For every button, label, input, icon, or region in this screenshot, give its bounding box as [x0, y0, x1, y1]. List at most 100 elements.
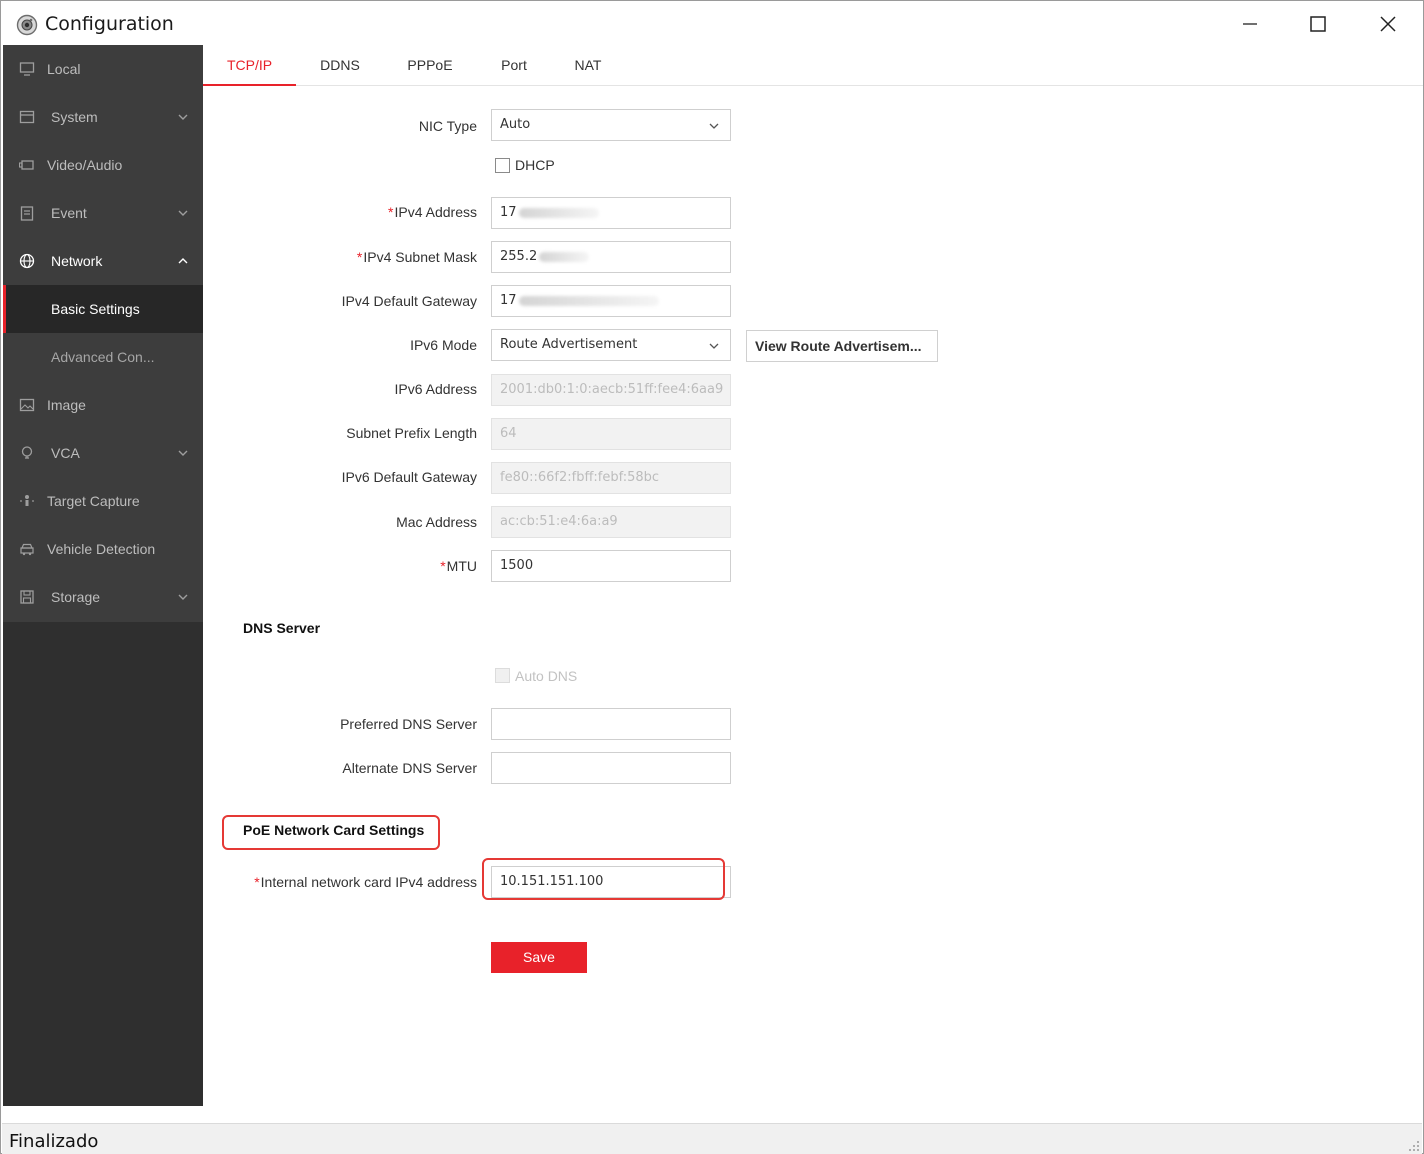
ipv4-gateway-value: 17	[500, 293, 517, 308]
mtu-label: *MTU	[440, 558, 477, 574]
sidebar-subitem-advanced-config[interactable]: Advanced Con...	[3, 333, 203, 381]
tab-tcp-ip[interactable]: TCP/IP	[203, 45, 296, 86]
minimize-icon[interactable]	[1238, 12, 1262, 36]
preferred-dns-input[interactable]	[491, 708, 731, 740]
sidebar-item-video-audio[interactable]: Video/Audio	[3, 141, 203, 189]
clipboard-icon	[20, 206, 34, 221]
ipv6-gateway-input: fe80::66f2:fbff:febf:58bc	[491, 462, 731, 494]
car-icon	[20, 543, 34, 556]
monitor-icon	[19, 62, 35, 76]
dns-section-title: DNS Server	[243, 620, 321, 636]
camera-app-icon	[16, 14, 38, 36]
person-icon	[20, 495, 34, 506]
chevron-up-icon	[178, 258, 188, 264]
mac-address-label: Mac Address	[396, 514, 477, 530]
sidebar-item-vehicle-detection[interactable]: Vehicle Detection	[3, 525, 203, 573]
save-button[interactable]: Save	[491, 942, 587, 973]
blurred-value	[518, 295, 659, 306]
system-icon	[19, 110, 35, 124]
bulb-icon	[21, 446, 33, 459]
sidebar-subitem-label: Basic Settings	[51, 301, 140, 317]
sidebar-item-image[interactable]: Image	[3, 381, 203, 429]
ipv6-mode-value: Route Advertisement	[500, 337, 638, 352]
ipv4-address-value: 17	[500, 205, 517, 220]
nic-type-label: NIC Type	[418, 118, 477, 134]
camera-icon	[19, 160, 34, 170]
tab-pppoe[interactable]: PPPoE	[401, 45, 459, 86]
configuration-window: Configuration Local System Video/Audio E…	[0, 0, 1424, 1154]
chevron-down-icon	[709, 343, 719, 349]
blurred-value	[539, 251, 590, 262]
chevron-down-icon	[178, 594, 188, 600]
maximize-icon[interactable]	[1306, 12, 1330, 36]
dhcp-checkbox[interactable]	[495, 158, 510, 173]
chevron-down-icon	[178, 210, 188, 216]
alternate-dns-input[interactable]	[491, 752, 731, 784]
ipv4-address-input[interactable]: 17	[491, 197, 731, 229]
dhcp-label: DHCP	[515, 157, 555, 173]
sidebar-item-label: Vehicle Detection	[47, 541, 156, 557]
ipv6-address-input: 2001:db0:1:0:aecb:51ff:fee4:6aa9	[491, 374, 731, 406]
tab-port[interactable]: Port	[493, 45, 535, 86]
sidebar-item-label: Event	[51, 205, 87, 221]
sidebar-nav: Local System Video/Audio Event Network B…	[3, 45, 203, 1106]
sidebar-item-label: Local	[47, 61, 81, 77]
tab-bar: TCP/IP DDNS PPPoE Port NAT	[203, 45, 1423, 86]
sidebar-subitem-label: Advanced Con...	[51, 349, 155, 365]
mac-address-input: ac:cb:51:e4:6a:a9	[491, 506, 731, 538]
view-route-advertisement-button[interactable]: View Route Advertisem...	[746, 330, 938, 362]
ipv4-gateway-input[interactable]: 17	[491, 285, 731, 317]
sidebar-item-label: System	[51, 109, 98, 125]
nic-type-value: Auto	[500, 117, 531, 132]
sidebar-item-system[interactable]: System	[3, 93, 203, 141]
sidebar-item-label: Network	[51, 253, 103, 269]
ipv4-gateway-label: IPv4 Default Gateway	[341, 293, 477, 309]
sidebar-filler	[3, 622, 203, 1106]
globe-icon	[19, 253, 35, 269]
auto-dns-label: Auto DNS	[515, 668, 578, 684]
sidebar-item-label: Target Capture	[47, 493, 140, 509]
ipv4-subnet-label: *IPv4 Subnet Mask	[356, 249, 477, 265]
resize-grip-icon[interactable]	[1408, 1140, 1420, 1152]
status-bar: Finalizado	[2, 1123, 1422, 1154]
sidebar-item-label: Video/Audio	[47, 157, 123, 173]
subnet-prefix-label: Subnet Prefix Length	[346, 425, 477, 441]
sidebar-item-label: Storage	[51, 589, 101, 605]
auto-dns-checkbox	[495, 668, 510, 683]
chevron-down-icon	[178, 450, 188, 456]
chevron-down-icon	[178, 114, 188, 120]
subnet-prefix-input: 64	[491, 418, 731, 450]
sidebar-item-label: Image	[47, 397, 86, 413]
ipv6-gateway-label: IPv6 Default Gateway	[341, 469, 477, 485]
poe-section-title: PoE Network Card Settings	[243, 822, 425, 838]
preferred-dns-label: Preferred DNS Server	[340, 716, 477, 732]
sidebar-item-local[interactable]: Local	[3, 45, 203, 93]
internal-ipv4-label: *Internal network card IPv4 address	[254, 874, 477, 890]
internal-ipv4-highlight	[482, 858, 725, 900]
sidebar-item-label: VCA	[51, 445, 80, 461]
ipv4-subnet-value: 255.2	[500, 249, 538, 264]
chevron-down-icon	[709, 123, 719, 129]
sidebar-item-network[interactable]: Network	[3, 237, 203, 285]
floppy-icon	[20, 590, 34, 604]
ipv6-mode-label: IPv6 Mode	[410, 337, 477, 353]
title-bar: Configuration	[2, 2, 1422, 45]
mtu-input[interactable]: 1500	[491, 550, 731, 582]
alternate-dns-label: Alternate DNS Server	[342, 760, 477, 776]
ipv4-subnet-input[interactable]: 255.2	[491, 241, 731, 273]
sidebar-subitem-basic-settings[interactable]: Basic Settings	[3, 285, 203, 333]
sidebar-item-vca[interactable]: VCA	[3, 429, 203, 477]
close-icon[interactable]	[1376, 12, 1400, 36]
sidebar-item-event[interactable]: Event	[3, 189, 203, 237]
status-text: Finalizado	[9, 1131, 99, 1152]
ipv6-mode-select[interactable]: Route Advertisement	[491, 329, 731, 361]
window-title: Configuration	[45, 13, 174, 35]
tab-ddns[interactable]: DDNS	[313, 45, 367, 86]
image-icon	[19, 398, 35, 412]
sidebar-item-storage[interactable]: Storage	[3, 573, 203, 621]
ipv4-address-label: *IPv4 Address	[388, 204, 477, 220]
blurred-value	[518, 207, 599, 218]
nic-type-select[interactable]: Auto	[491, 109, 731, 141]
tab-nat[interactable]: NAT	[567, 45, 609, 86]
sidebar-item-target-capture[interactable]: Target Capture	[3, 477, 203, 525]
